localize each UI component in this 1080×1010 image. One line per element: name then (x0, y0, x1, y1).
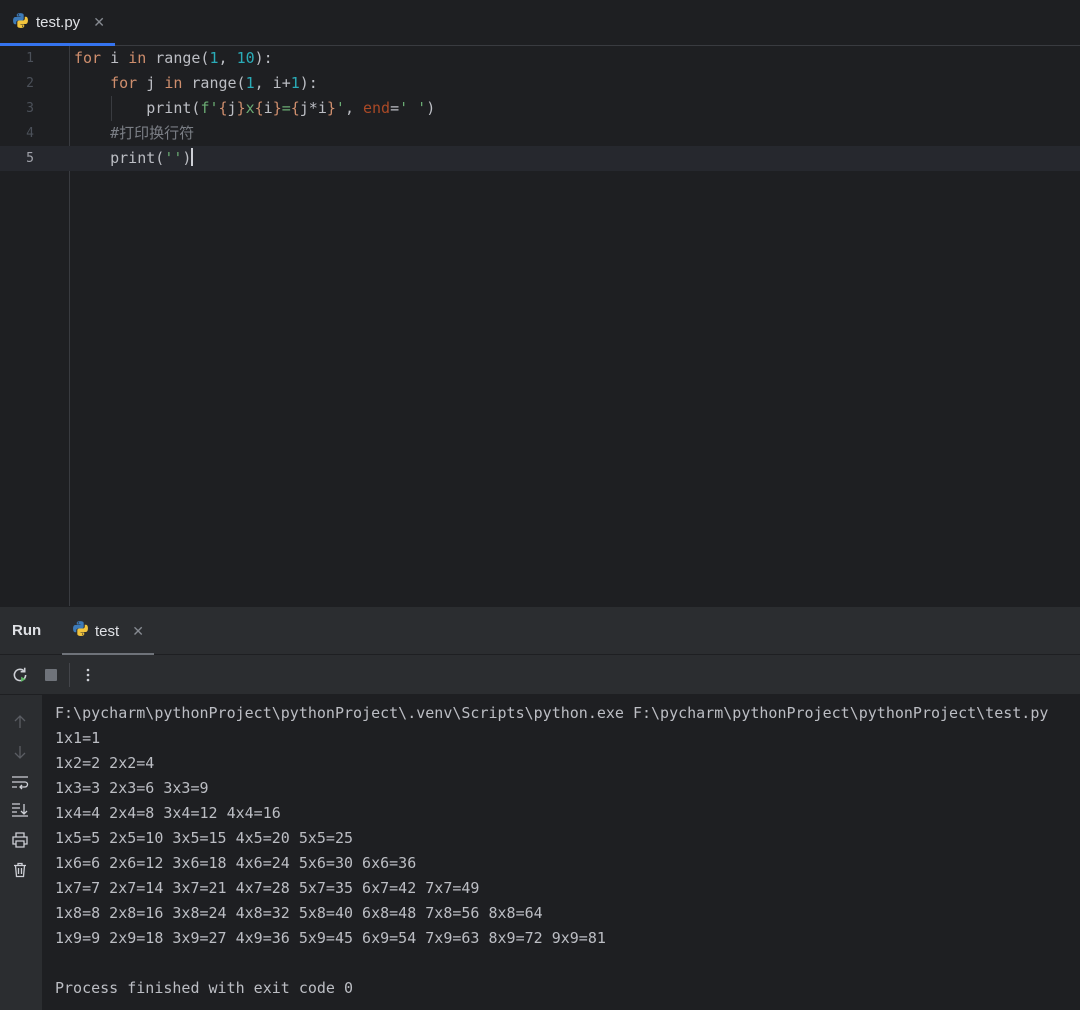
code-token: range( (146, 49, 210, 67)
code-token: x (245, 99, 255, 117)
run-tab-test[interactable]: test ✕ (62, 607, 154, 655)
code-token: , i+ (254, 74, 291, 92)
code-editor[interactable]: 1 for i in range(1, 10): 2 for j in range(… (0, 46, 1080, 606)
code-text: for i in range(1, 10): (74, 46, 273, 71)
code-text: print(f'{j}x{i}={j*i}', end=' ') (74, 96, 435, 121)
code-token: { (290, 99, 300, 117)
python-file-icon (12, 12, 29, 34)
console-command-line: F:\pycharm\pythonProject\pythonProject\.… (55, 704, 1049, 722)
line-number: 2 (26, 76, 34, 91)
code-line[interactable]: 5 print('') (0, 146, 1080, 171)
console-line: 1x1=1 (55, 729, 101, 747)
stop-icon[interactable] (40, 664, 62, 686)
console-line: 1x9=9 2x9=18 3x9=27 4x9=36 5x9=45 6x9=54… (55, 929, 606, 947)
code-token: print( (74, 149, 165, 167)
console-line: 1x2=2 2x2=4 (55, 754, 155, 772)
arrow-down-icon[interactable] (9, 741, 31, 763)
run-title: Run (12, 622, 42, 639)
code-token: f' (200, 99, 219, 117)
code-token: { (254, 99, 264, 117)
code-token: ): (254, 49, 273, 67)
run-tab-label: test (95, 622, 120, 640)
code-token: for (110, 74, 138, 92)
run-tool-window: Run test ✕ F:\pycharm\pythonProject\pyth… (0, 607, 1080, 1010)
console-line: 1x7=7 2x7=14 3x7=21 4x7=28 5x7=35 6x7=42… (55, 879, 480, 897)
code-line[interactable]: 3 print(f'{j}x{i}={j*i}', end=' ') (0, 96, 1080, 121)
code-token: ) (182, 149, 192, 167)
editor-tab-bar: test.py ✕ (0, 0, 1080, 46)
rerun-icon[interactable] (9, 664, 31, 686)
line-number: 1 (26, 51, 34, 66)
console-side-toolbar (0, 695, 42, 1010)
toolbar-separator (69, 663, 70, 687)
code-token: ) (426, 99, 436, 117)
console-line: 1x6=6 2x6=12 3x6=18 4x6=24 5x6=30 6x6=36 (55, 854, 417, 872)
code-token: 10 (236, 49, 255, 67)
code-token: #打印换行符 (110, 124, 195, 142)
indent-guide (111, 96, 112, 121)
soft-wrap-icon[interactable] (9, 771, 31, 793)
line-number: 5 (26, 151, 34, 166)
trash-icon[interactable] (9, 859, 31, 881)
code-token: ' (335, 99, 345, 117)
code-token: , (344, 99, 363, 117)
code-token: j*i (299, 99, 327, 117)
code-token: } (236, 99, 246, 117)
more-options-icon[interactable] (77, 664, 99, 686)
code-line[interactable]: 4 #打印换行符 (0, 121, 1080, 146)
python-icon (72, 620, 89, 642)
console-line: 1x5=5 2x5=10 3x5=15 4x5=20 5x5=25 (55, 829, 354, 847)
code-token: i (263, 99, 273, 117)
code-line[interactable]: 1 for i in range(1, 10): (0, 46, 1080, 71)
code-text: print('') (74, 146, 194, 171)
code-token: { (218, 99, 228, 117)
console-line: 1x4=4 2x4=8 3x4=12 4x4=16 (55, 804, 281, 822)
console-line: Process finished with exit code 0 (55, 979, 354, 997)
run-header: Run test ✕ (0, 607, 1080, 655)
arrow-up-icon[interactable] (9, 711, 31, 733)
code-token: ' ' (399, 99, 427, 117)
console-line: 1x3=3 2x3=6 3x3=9 (55, 779, 209, 797)
code-token: j (227, 99, 237, 117)
text-caret (191, 148, 194, 166)
line-number: 4 (26, 126, 34, 141)
code-token: } (326, 99, 336, 117)
code-token: end (363, 99, 391, 117)
scroll-to-end-icon[interactable] (9, 799, 31, 821)
editor-tab-test-py[interactable]: test.py ✕ (0, 0, 115, 46)
console-output[interactable]: F:\pycharm\pythonProject\pythonProject\.… (42, 695, 1080, 1010)
code-token: for (74, 49, 102, 67)
code-token: in (164, 74, 183, 92)
editor-tab-label: test.py (36, 14, 81, 31)
code-token: 1 (209, 49, 219, 67)
code-token: j (137, 74, 165, 92)
print-icon[interactable] (9, 829, 31, 851)
console-line: 1x8=8 2x8=16 3x8=24 4x8=32 5x8=40 6x8=48… (55, 904, 543, 922)
code-token: ): (299, 74, 318, 92)
code-token: 1 (290, 74, 300, 92)
code-token: in (128, 49, 147, 67)
code-text: for j in range(1, i+1): (74, 71, 318, 96)
code-token: , (218, 49, 237, 67)
code-token: range( (182, 74, 246, 92)
close-icon[interactable]: ✕ (132, 623, 144, 640)
close-icon[interactable]: ✕ (93, 14, 105, 31)
code-token: } (272, 99, 282, 117)
code-token: i (101, 49, 129, 67)
code-token: '' (164, 149, 183, 167)
code-token: = (390, 99, 400, 117)
code-token: print( (74, 99, 201, 117)
code-token: = (281, 99, 291, 117)
code-text: #打印换行符 (74, 121, 194, 146)
line-number: 3 (26, 101, 34, 116)
code-line[interactable]: 2 for j in range(1, i+1): (0, 71, 1080, 96)
code-token: 1 (245, 74, 255, 92)
run-toolbar (0, 655, 1080, 695)
